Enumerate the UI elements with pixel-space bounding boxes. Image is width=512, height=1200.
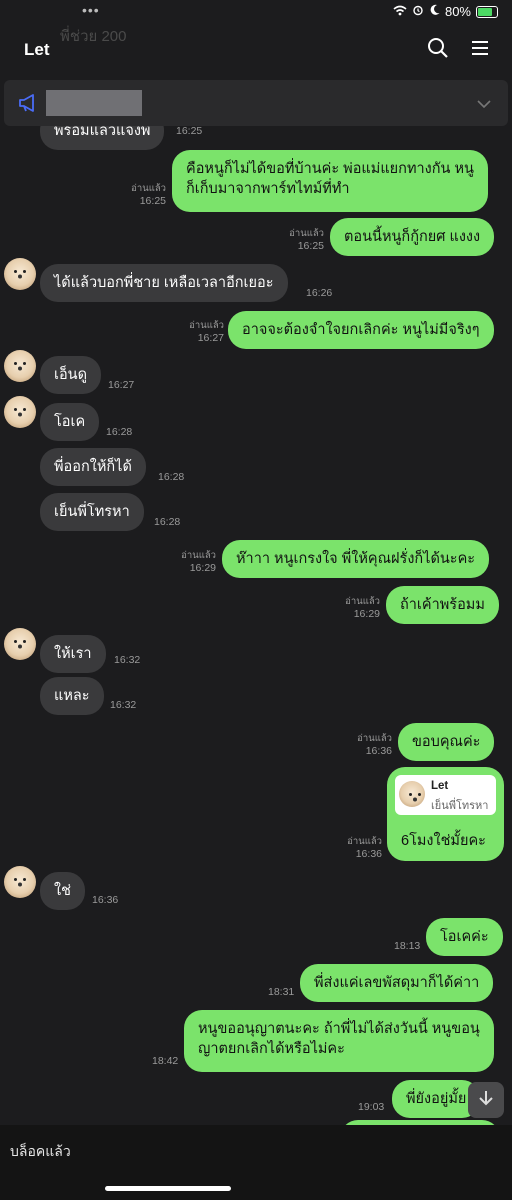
message-time: 16:25 [139, 195, 166, 207]
chevron-down-icon[interactable] [476, 96, 492, 114]
read-receipt: อ่านแล้ว [357, 733, 392, 744]
message-time: 16:27 [197, 332, 224, 344]
message-time: 16:36 [365, 745, 392, 757]
message-meta: อ่านแล้ว 16:25 [126, 183, 166, 207]
message-bubble[interactable]: เย็นพี่โทรหา [40, 493, 144, 531]
message-bubble[interactable]: พี่ส่งแค่เลขพัสดุมาก็ได้ค่าา [300, 964, 494, 1002]
message-bubble[interactable]: พี่ออกให้ก็ได้ [40, 448, 146, 486]
quoted-message[interactable]: Let เย็นพี่โทรหา [395, 775, 496, 815]
read-receipt: อ่านแล้ว [347, 836, 382, 847]
chat-header: Let [0, 26, 512, 76]
message-bubble[interactable]: ได้แล้วบอกพี่ชาย เหลือเวลาอีกเยอะ [40, 264, 288, 302]
message-bubble[interactable]: ตอนนี้หนูก็กู้กยศ แงงง [330, 218, 495, 256]
read-receipt: อ่านแล้ว [189, 320, 224, 331]
wifi-icon [393, 4, 407, 19]
multitask-dots[interactable]: ••• [82, 2, 100, 18]
message-line: ญาตยกเลิกได้หรือไม่คะ [198, 1041, 345, 1057]
message-time: 16:25 [297, 240, 324, 252]
message-time: 16:29 [353, 608, 380, 620]
status-bar: ••• 80% [0, 0, 512, 26]
message-time: 16:32 [110, 699, 137, 711]
search-icon [427, 37, 449, 64]
message-time: 19:03 [358, 1101, 385, 1113]
message-bubble[interactable]: โอเค [40, 403, 100, 441]
message-line: หนูขออนุญาตนะคะ ถ้าพี่ไม่ได้ส่งวันนี้ หน… [198, 1021, 480, 1037]
message-bubble[interactable]: ใช่ [40, 872, 85, 910]
status-icons: 80% [393, 4, 498, 19]
message-meta: อ่านแล้ว 16:29 [176, 550, 216, 574]
message-bubble[interactable]: ถ้าเค้าพร้อมม [386, 586, 499, 624]
contact-avatar[interactable] [4, 350, 36, 382]
message-bubble[interactable]: เอ็นดู [40, 356, 101, 394]
message-time: 18:13 [394, 940, 421, 952]
message-meta: อ่านแล้ว 16:36 [342, 836, 382, 860]
message-time: 16:25 [176, 125, 203, 137]
chat-area[interactable]: พี่ช่วย 200 พร้อมแล้วแจ้งพี่ 16:25 คือหน… [0, 0, 512, 1200]
message-meta: อ่านแล้ว 16:36 [352, 733, 392, 757]
message-bubble[interactable]: โอเคค่ะ [426, 918, 503, 956]
battery-percent: 80% [444, 4, 471, 19]
message-time: 16:29 [189, 562, 216, 574]
message-meta: อ่านแล้ว 16:27 [184, 320, 224, 344]
message-meta: อ่านแล้ว 16:29 [340, 596, 380, 620]
message-time: 16:32 [114, 654, 141, 666]
home-indicator[interactable] [105, 1186, 231, 1191]
quoted-sender: Let [431, 780, 449, 792]
message-bubble[interactable]: หนูขออนุญาตนะคะ ถ้าพี่ไม่ได้ส่งวันนี้ หน… [184, 1010, 494, 1072]
read-receipt: อ่านแล้ว [181, 550, 216, 561]
moon-icon [429, 4, 440, 19]
contact-avatar[interactable] [4, 628, 36, 660]
message-line: คือหนูก็ไม่ได้ขอที่บ้านค่ะ พ่อแม่แยกทางก… [186, 161, 474, 177]
read-receipt: อ่านแล้ว [345, 596, 380, 607]
alarm-icon [412, 4, 424, 19]
message-time: 16:27 [108, 379, 135, 391]
message-time: 16:36 [355, 848, 382, 860]
read-receipt: อ่านแล้ว [289, 228, 324, 239]
message-meta: อ่านแล้ว 16:25 [284, 228, 324, 252]
message-bubble[interactable]: ให้เรา [40, 635, 106, 673]
message-time: 16:28 [158, 471, 185, 483]
message-time: 16:36 [92, 894, 119, 906]
arrow-down-icon [477, 1089, 495, 1112]
message-text: 6โมงใช่มั้ยคะ [401, 833, 486, 849]
announcement-bar[interactable] [4, 80, 508, 126]
message-line: ก็เก็บมาจากพาร์ทไทม์ที่ทำ [186, 181, 350, 197]
battery-icon [476, 5, 498, 18]
menu-icon [470, 39, 490, 62]
bottom-bar: บล็อคแล้ว [0, 1125, 512, 1200]
menu-button[interactable] [466, 36, 494, 64]
quoted-text: เย็นพี่โทรหา [431, 800, 489, 812]
read-receipt: อ่านแล้ว [131, 183, 166, 194]
message-time: 18:31 [268, 986, 295, 998]
quoted-avatar [399, 781, 425, 807]
redacted-text [46, 90, 142, 116]
message-bubble[interactable]: ขอบคุณค่ะ [398, 723, 495, 761]
scroll-to-bottom-button[interactable] [468, 1082, 504, 1118]
message-bubble[interactable]: แหละ [40, 677, 104, 715]
message-time: 16:28 [106, 426, 133, 438]
message-time: 16:26 [306, 287, 333, 299]
contact-avatar[interactable] [4, 866, 36, 898]
chat-title[interactable]: Let [24, 40, 50, 60]
message-time: 18:42 [152, 1055, 179, 1067]
message-time: 16:28 [154, 516, 181, 528]
blocked-label: บล็อคแล้ว [10, 1143, 71, 1159]
reply-message-bubble[interactable]: Let เย็นพี่โทรหา 6โมงใช่มั้ยคะ [387, 767, 504, 861]
message-bubble[interactable]: คือหนูก็ไม่ได้ขอที่บ้านค่ะ พ่อแม่แยกทางก… [172, 150, 488, 212]
contact-avatar[interactable] [4, 258, 36, 290]
message-bubble[interactable]: อาจจะต้องจำใจยกเลิกค่ะ หนูไม่มีจริงๆ [228, 311, 494, 349]
message-bubble[interactable]: ห๊าาา หนูเกรงใจ พี่ให้คุณฝรั่งก็ได้นะคะ [222, 540, 490, 578]
search-button[interactable] [424, 36, 452, 64]
megaphone-icon [18, 94, 40, 117]
contact-avatar[interactable] [4, 396, 36, 428]
